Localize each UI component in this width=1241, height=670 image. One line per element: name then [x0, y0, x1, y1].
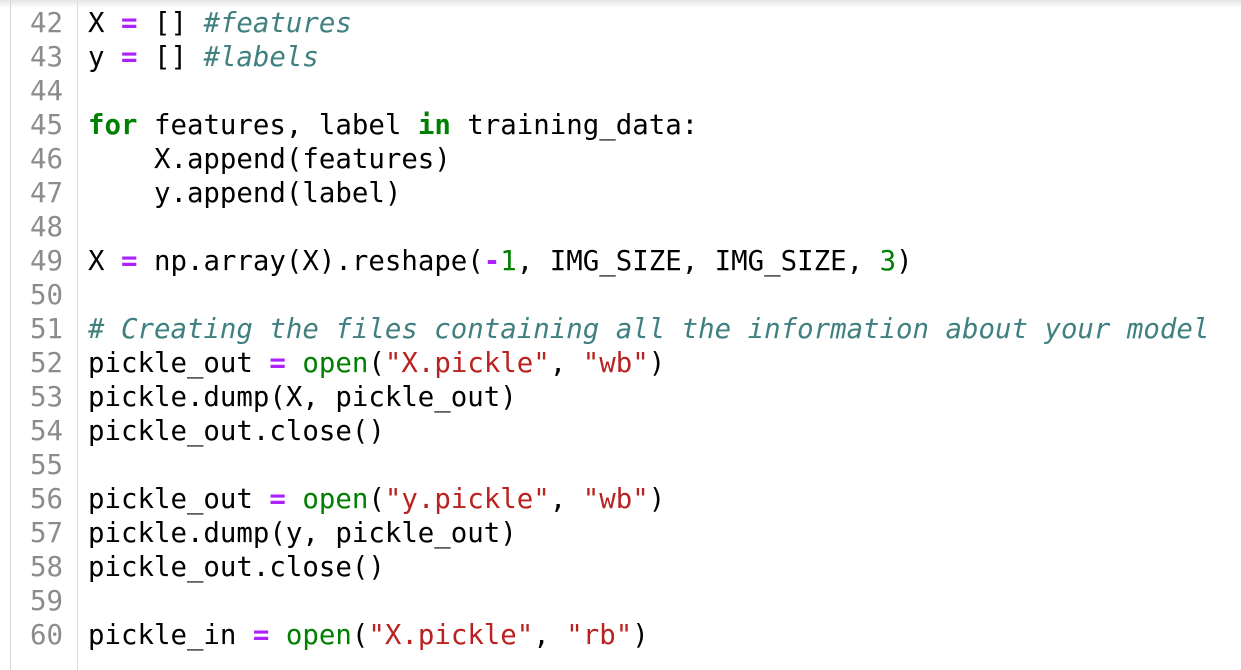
code-token: pickle.dump(X, pickle_out)	[88, 382, 517, 413]
line-number: 45	[30, 110, 63, 141]
code-token: 1	[500, 246, 517, 277]
code-token: pickle_out.close()	[88, 552, 385, 583]
line-text[interactable]: for features, label in training_data:	[88, 109, 698, 143]
code-token: features, label	[137, 110, 418, 141]
line-number: 44	[30, 76, 63, 107]
line-number: 57	[30, 518, 63, 549]
line-text[interactable]: pickle_out.close()	[88, 551, 385, 585]
code-token: X.append(features)	[88, 144, 451, 175]
line-number: 56	[30, 484, 63, 515]
line-text[interactable]: X.append(features)	[88, 143, 451, 177]
code-token: []	[137, 8, 204, 39]
code-token: # Creating the files containing all the …	[88, 314, 1210, 345]
line-text[interactable]: pickle.dump(y, pickle_out)	[88, 517, 517, 551]
line-text[interactable]: # Creating the files containing all the …	[88, 313, 1209, 347]
code-token: "wb"	[582, 348, 649, 379]
code-token: open	[285, 620, 352, 651]
line-text[interactable]: pickle_out = open("X.pickle", "wb")	[88, 347, 665, 381]
code-token: for	[88, 110, 138, 141]
code-token: y.append(label)	[88, 178, 402, 209]
code-token: =	[120, 8, 138, 39]
code-token: pickle_in	[88, 620, 253, 651]
code-token: open	[302, 348, 369, 379]
code-token: "X.pickle"	[384, 348, 550, 379]
code-token: #features	[203, 8, 352, 39]
line-text[interactable]: pickle.dump(X, pickle_out)	[88, 381, 517, 415]
code-token: "y.pickle"	[384, 484, 550, 515]
line-number: 50	[30, 280, 63, 311]
code-token: "X.pickle"	[368, 620, 534, 651]
line-number: 52	[30, 348, 63, 379]
line-number: 42	[30, 8, 63, 39]
code-token: np.array(X).reshape(	[137, 246, 484, 277]
code-token: pickle_out	[88, 484, 270, 515]
code-token: open	[302, 484, 369, 515]
line-number: 43	[30, 42, 63, 73]
line-number: 58	[30, 552, 63, 583]
code-token: pickle_out	[88, 348, 270, 379]
code-token: (	[368, 484, 385, 515]
code-token: training_data:	[450, 110, 699, 141]
line-number: 49	[30, 246, 63, 277]
line-text[interactable]: pickle_out.close()	[88, 415, 385, 449]
code-token: )	[632, 620, 649, 651]
line-text[interactable]: X = np.array(X).reshape(-1, IMG_SIZE, IM…	[88, 245, 913, 279]
code-token: X	[88, 246, 121, 277]
line-text[interactable]: y = [] #labels	[88, 41, 319, 75]
code-token: ,	[533, 620, 567, 651]
code-token: =	[252, 620, 270, 651]
code-token: ,	[549, 348, 583, 379]
code-token: (	[368, 348, 385, 379]
gutter-divider	[77, 0, 78, 670]
line-number: 60	[30, 620, 63, 651]
line-text[interactable]: y.append(label)	[88, 177, 401, 211]
code-token: 3	[879, 246, 897, 277]
line-number: 55	[30, 450, 63, 481]
code-token: y	[88, 42, 121, 73]
code-token: []	[137, 42, 204, 73]
code-token: "wb"	[582, 484, 649, 515]
line-number: 47	[30, 178, 63, 209]
code-token: #labels	[203, 42, 319, 73]
line-number: 51	[30, 314, 63, 345]
code-token: )	[648, 484, 666, 515]
code-token: , IMG_SIZE, IMG_SIZE,	[516, 246, 880, 277]
code-token: pickle_out.close()	[88, 416, 385, 447]
code-token: "rb"	[566, 620, 633, 651]
line-number: 59	[30, 586, 63, 617]
line-text[interactable]: pickle_in = open("X.pickle", "rb")	[88, 619, 649, 653]
code-token: )	[648, 348, 666, 379]
code-token: in	[417, 110, 451, 141]
code-token: -	[483, 246, 501, 277]
code-token: X	[88, 8, 121, 39]
code-token: ,	[549, 484, 583, 515]
line-number: 46	[30, 144, 63, 175]
code-token: =	[269, 484, 286, 515]
line-text[interactable]: X = [] #features	[88, 7, 352, 41]
line-number: 53	[30, 382, 63, 413]
code-token: pickle.dump(y, pickle_out)	[88, 518, 517, 549]
code-token: (	[351, 620, 369, 651]
line-number: 48	[30, 212, 63, 243]
line-number: 54	[30, 416, 63, 447]
code-token: =	[269, 348, 286, 379]
code-token: =	[120, 42, 138, 73]
code-editor[interactable]: 42 X = [] #features 43 y = [] #labels 44 45 fo…	[0, 0, 1241, 670]
line-text[interactable]: pickle_out = open("y.pickle", "wb")	[88, 483, 665, 517]
code-token: =	[120, 246, 138, 277]
code-token: )	[896, 246, 913, 277]
